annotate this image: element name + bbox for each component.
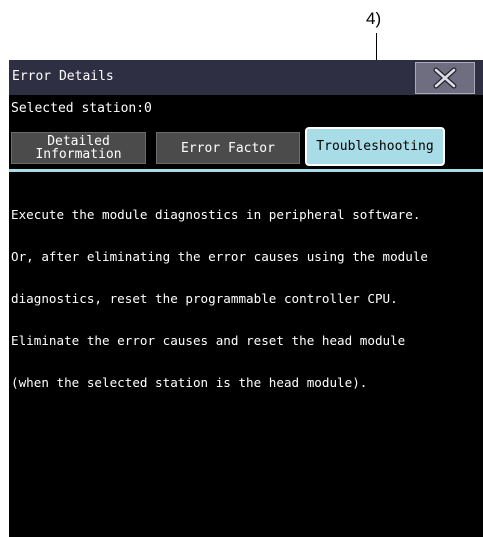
close-x-icon bbox=[433, 67, 457, 89]
selected-station-label: Selected station:0 bbox=[11, 101, 152, 116]
tab-error-factor-label: Error Factor bbox=[181, 140, 275, 156]
window-title: Error Details bbox=[12, 69, 114, 84]
tab-detailed-line2: Information bbox=[35, 147, 122, 162]
tab-detailed-information-label: Detailed Information bbox=[35, 135, 121, 161]
content-divider bbox=[9, 169, 483, 172]
text-line: diagnostics, reset the programmable cont… bbox=[11, 291, 398, 306]
titlebar: Error Details bbox=[9, 60, 483, 95]
text-line: Execute the module diagnostics in periph… bbox=[11, 207, 421, 222]
tab-troubleshooting-label: Troubleshooting bbox=[316, 139, 434, 154]
callout-label: 4) bbox=[366, 9, 382, 28]
text-line: Or, after eliminating the error causes u… bbox=[11, 249, 429, 264]
error-details-window: Error Details Selected station:0 Detaile… bbox=[9, 60, 483, 537]
tab-error-factor[interactable]: Error Factor bbox=[156, 132, 300, 164]
troubleshooting-text: Execute the module diagnostics in periph… bbox=[11, 180, 481, 418]
tab-detailed-information[interactable]: Detailed Information bbox=[11, 132, 146, 164]
text-line: Eliminate the error causes and reset the… bbox=[11, 333, 406, 348]
close-button[interactable] bbox=[415, 62, 475, 94]
text-line: (when the selected station is the head m… bbox=[11, 375, 368, 390]
tab-troubleshooting[interactable]: Troubleshooting bbox=[305, 127, 445, 166]
